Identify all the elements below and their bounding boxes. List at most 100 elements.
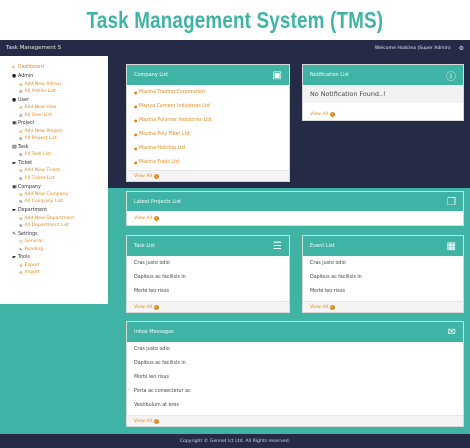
sidebar-item-department[interactable]: ▰ Department — [12, 207, 108, 215]
sidebar-group: ● Admin ⊕ Add New Admin ≡ All Admin List — [12, 73, 108, 95]
sidebar-item-company[interactable]: ▣ Company — [12, 183, 108, 191]
projects-view-all[interactable]: View All › — [127, 211, 463, 225]
sidebar-subitem-label: Reading — [24, 246, 44, 252]
sidebar-subitem-label: Add New Admin — [24, 81, 61, 87]
list-item[interactable]: ● Mazina Hatchig Ltd — [134, 141, 282, 155]
top-navbar: Task Management S Welcome Hodclea (Super… — [0, 40, 470, 56]
sidebar-subitem[interactable]: ⊕ Add New Admin — [12, 80, 108, 87]
sidebar-group: ✎ Settings ○ General ✎ Reading — [12, 230, 108, 252]
view-all-label: View All — [134, 304, 153, 310]
list-item[interactable]: ● Mazina Poly Fiber Ltd — [134, 127, 282, 141]
projects-list-panel: Latest Projects List ❐ View All › — [126, 191, 464, 226]
inbox-title: Inbox Messages — [134, 329, 174, 335]
sidebar-subitem[interactable]: ≡ All Admin List — [12, 88, 108, 95]
sidebar-subitem-label: Import — [24, 270, 40, 276]
notification-list-panel: Notification List ⓘ No Notification Foun… — [302, 64, 464, 121]
sidebar-subitem[interactable]: ⊕ Import — [12, 269, 108, 276]
notification-view-all[interactable]: View All › — [303, 109, 463, 120]
sidebar-group: ▰ Tools ⊕ Export ⊕ Import — [12, 254, 108, 276]
sidebar-subitem[interactable]: ⊕ Export — [12, 261, 108, 268]
arrow-right-icon: › — [153, 418, 159, 424]
sidebar-item-user[interactable]: ● User — [12, 96, 108, 104]
sidebar-item-settings[interactable]: ✎ Settings — [12, 230, 108, 238]
list-item[interactable]: Cras justo odio — [134, 342, 456, 356]
company-view-all[interactable]: View All › — [127, 170, 289, 181]
list-item-label: Mazina Hatchig Ltd — [139, 145, 186, 151]
sidebar-subitem[interactable]: ≡ All Project List — [12, 135, 108, 142]
sidebar-item-label: Admin — [18, 74, 34, 80]
list-item[interactable]: Dapibus ac facilisis in — [134, 356, 456, 370]
inbox-body: Cras justo odio Dapibus ac facilisis in Mo… — [127, 342, 463, 412]
sidebar-subitem-label: Add New Department — [24, 215, 75, 221]
list-item[interactable]: Cras justo odio — [134, 256, 282, 270]
sidebar-item-tools[interactable]: ▰ Tools — [12, 254, 108, 262]
list-item[interactable]: Morbi leo risus — [310, 284, 456, 298]
envelope-icon: ✉ — [447, 326, 456, 338]
company-list-title: Company List — [134, 72, 169, 78]
copy-icon: ❐ — [447, 196, 456, 208]
sidebar-subitem[interactable]: ≡ All Department List — [12, 222, 108, 229]
sidebar-subitem-label: Add New Project — [24, 128, 63, 134]
sidebar-subitem-label: Add New Company — [24, 191, 69, 197]
list-item[interactable]: Morbi leo risus — [134, 284, 282, 298]
list-item[interactable]: Vestibulum at eros — [134, 398, 456, 412]
sidebar-subitem[interactable]: ⊕ Add New User — [12, 104, 108, 111]
inbox-view-all[interactable]: View All › — [127, 415, 463, 426]
sidebar-subitem[interactable]: ≡ All Company List — [12, 198, 108, 205]
list-item[interactable]: Dapibus ac facilisis in — [310, 270, 456, 284]
sidebar-group: ▰ Ticket ⊕ Add New Ticket ≡ All Ticket List — [12, 160, 108, 182]
arrow-right-icon: › — [329, 112, 335, 117]
event-list-header: Event List ▦ — [303, 236, 463, 256]
sidebar-item-label: Dashboard — [18, 65, 45, 71]
list-item[interactable]: Porta ac consectetur ac — [134, 384, 456, 398]
list-item-label: Cras justo odio — [134, 346, 170, 352]
view-all-label: View All — [134, 418, 153, 424]
title-band: Task Management System (TMS) — [0, 0, 470, 40]
list-item-label: Mazina Trading Corporation — [139, 89, 205, 95]
list-item[interactable]: ● Mariya Cement Industries Ltd — [134, 99, 282, 113]
sidebar-item-project[interactable]: ▣ Project — [12, 120, 108, 128]
list-item[interactable]: Morbi leo risus — [134, 370, 456, 384]
list-item-label: Mazina Poly Fiber Ltd — [139, 131, 190, 137]
sidebar-item-dashboard[interactable]: ⌂ Dashboard — [12, 64, 108, 72]
info-icon: ⓘ — [446, 71, 456, 83]
sidebar-subitem[interactable]: ≡ All Ticket List — [12, 175, 108, 182]
list-item[interactable]: ● Mazina Fuels Ltd — [134, 155, 282, 169]
event-view-all[interactable]: View All › — [303, 301, 463, 312]
sidebar-subitem-label: General — [24, 239, 43, 245]
sidebar-group: ▤ Task ≡ All Task List — [12, 143, 108, 158]
sidebar-subitem[interactable]: ○ General — [12, 238, 108, 245]
sidebar-item-task[interactable]: ▤ Task — [12, 143, 108, 151]
sidebar-item-label: User — [18, 97, 29, 103]
sidebar-item-ticket[interactable]: ▰ Ticket — [12, 160, 108, 168]
view-all-label: View All — [134, 173, 153, 179]
list-item[interactable]: ● Mazina Polymer Industries Ltd — [134, 113, 282, 127]
page-footer: Copyright © Gennet Ict Ltd. All Rights r… — [0, 434, 470, 448]
sidebar-subitem[interactable]: ⊕ Add New Department — [12, 214, 108, 221]
sidebar-subitem[interactable]: ⊕ Add New Ticket — [12, 167, 108, 174]
sidebar-item-label: Department — [18, 208, 48, 214]
list-item[interactable]: Cras justo odio — [310, 256, 456, 270]
task-list-header: Task List ☰ — [127, 236, 289, 256]
arrow-right-icon: › — [153, 173, 159, 179]
list-item[interactable]: Dapibus ac facilisis in — [134, 270, 282, 284]
brand-link[interactable]: Task Management S — [6, 45, 375, 51]
sidebar-subitem-label: All Company List — [24, 199, 64, 205]
sidebar-item-admin[interactable]: ● Admin — [12, 73, 108, 81]
task-view-all[interactable]: View All › — [127, 301, 289, 312]
sidebar-subitem[interactable]: ⊕ Add New Project — [12, 128, 108, 135]
sidebar-subitem-label: Add New User — [24, 105, 57, 111]
sidebar-subitem[interactable]: ✎ Reading — [12, 245, 108, 252]
task-list-body: Cras justo odio Dapibus ac facilisis in Mo… — [127, 256, 289, 298]
sidebar-subitem[interactable]: ≡ All Task List — [12, 151, 108, 158]
sidebar-subitem[interactable]: ⊕ Add New Company — [12, 191, 108, 198]
sidebar-subitem-label: All Admin List — [24, 88, 56, 94]
gear-icon[interactable]: ⚙ — [459, 45, 464, 52]
briefcase-icon: ▣ — [272, 69, 282, 81]
sidebar-group: ● User ⊕ Add New User ≡ All User List — [12, 96, 108, 118]
task-list-panel: Task List ☰ Cras justo odio Dapibus ac fa… — [126, 235, 290, 313]
sidebar-subitem-label: All User List — [24, 112, 52, 118]
sidebar-subitem[interactable]: ≡ All User List — [12, 111, 108, 118]
list-item[interactable]: ● Mazina Trading Corporation — [134, 85, 282, 99]
sidebar-item-label: Company — [18, 184, 41, 190]
